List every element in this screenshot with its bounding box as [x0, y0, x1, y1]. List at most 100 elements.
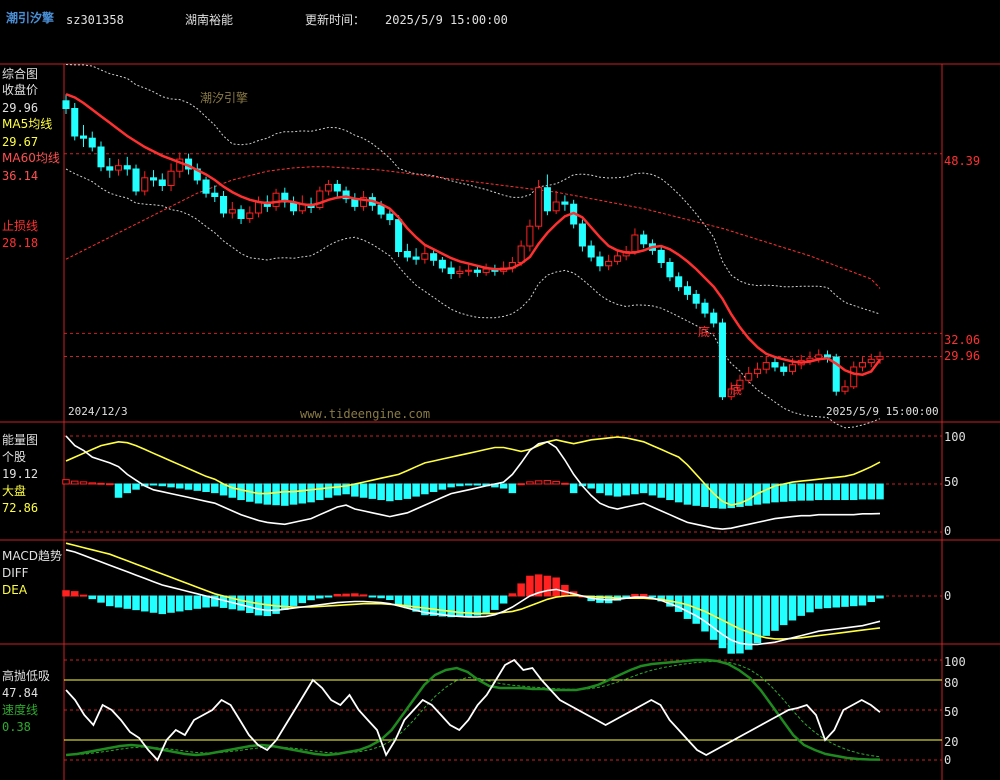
- macd-bar: [167, 595, 175, 613]
- energy-bar: [569, 483, 578, 494]
- macd-tick-0: 0: [944, 589, 951, 603]
- energy-bar: [552, 480, 560, 485]
- candle-body: [631, 234, 639, 252]
- candle-body: [640, 234, 648, 245]
- macd-bar: [849, 595, 858, 607]
- candle-body: [386, 213, 394, 221]
- energy-bar: [386, 483, 394, 502]
- candle-body: [421, 253, 429, 260]
- energy-bar: [841, 483, 849, 501]
- energy-bar: [631, 483, 639, 495]
- macd-bar: [762, 595, 770, 636]
- energy-bar: [622, 483, 630, 496]
- energy-bar: [316, 483, 324, 501]
- macd-bar: [132, 595, 140, 611]
- energy-bar: [683, 483, 692, 505]
- energy-bar: [158, 483, 167, 487]
- macd-bar: [806, 595, 814, 613]
- candle-body: [211, 192, 219, 197]
- candle-body: [675, 276, 683, 288]
- macd-bar: [254, 595, 263, 616]
- energy-bar: [464, 483, 473, 486]
- candle-body: [701, 302, 709, 314]
- macd-bar: [176, 595, 184, 612]
- macd-bar: [473, 595, 482, 616]
- macd-bar: [744, 595, 753, 650]
- energy-bar: [351, 483, 359, 497]
- hl-tick-0: 0: [944, 753, 951, 767]
- energy-bar: [692, 483, 700, 506]
- candle-body: [517, 245, 525, 263]
- bottom-marker-1: 底: [698, 324, 710, 339]
- energy-bar: [779, 483, 788, 502]
- macd-bar: [377, 595, 385, 599]
- chart-background: [0, 0, 1000, 780]
- candle-body: [780, 366, 788, 372]
- price-level-3: 29.96: [944, 349, 980, 363]
- candle-body: [473, 269, 481, 273]
- energy-bar: [106, 483, 114, 486]
- energy-bar: [867, 483, 875, 500]
- energy-bar: [211, 483, 219, 494]
- energy-bar: [762, 483, 770, 504]
- candle-body: [403, 251, 411, 258]
- energy-bar: [412, 483, 420, 497]
- energy-bar: [473, 483, 482, 486]
- energy-bar: [368, 483, 377, 499]
- energy-tick-50: 50: [944, 475, 958, 489]
- stock-code: sz301358: [66, 13, 124, 27]
- energy-bar: [307, 483, 315, 503]
- candle-body: [858, 362, 867, 368]
- macd-title: MACD趋势: [2, 549, 62, 563]
- candle-body: [815, 354, 823, 359]
- date-start: 2024/12/3: [68, 405, 128, 418]
- candle-body: [88, 137, 96, 148]
- energy-bar: [797, 483, 805, 501]
- candle-body: [762, 362, 770, 370]
- energy-bar: [132, 483, 140, 490]
- energy-bar: [123, 483, 132, 494]
- macd-bar: [701, 595, 709, 632]
- macd-bar: [543, 575, 552, 597]
- energy-bar: [88, 482, 97, 485]
- energy-bar: [806, 483, 814, 501]
- hl-value: 47.84: [2, 686, 38, 700]
- hl-speed-value: 0.38: [2, 720, 31, 734]
- energy-bar: [298, 483, 307, 504]
- energy-bar: [587, 483, 595, 489]
- macd-bar: [631, 593, 639, 597]
- macd-bar: [246, 595, 254, 613]
- macd-bar: [491, 595, 499, 610]
- macd-bar: [289, 595, 298, 606]
- macd-bar: [736, 595, 744, 654]
- candle-body: [272, 192, 280, 207]
- energy-tick-0: 0: [944, 524, 951, 538]
- logo: 潮引汐擎: [6, 10, 54, 25]
- macd-bar: [386, 595, 394, 601]
- candle-body: [62, 100, 70, 110]
- stop-value: 28.18: [2, 236, 38, 250]
- energy-bar: [421, 483, 429, 495]
- macd-bar: [97, 595, 105, 603]
- candle-body: [718, 322, 726, 398]
- macd-bar: [526, 575, 534, 597]
- candle-body: [438, 259, 446, 269]
- candle-body: [552, 201, 560, 212]
- energy-bar: [237, 483, 245, 501]
- energy-bar: [508, 483, 517, 494]
- energy-bar: [543, 480, 552, 485]
- macd-bar: [79, 594, 88, 597]
- energy-bar: [289, 483, 298, 505]
- energy-bar: [832, 483, 840, 501]
- macd-dea-label: DEA: [2, 583, 28, 597]
- hl-tick-80: 80: [944, 676, 958, 690]
- candle-body: [596, 256, 604, 267]
- candle-body: [158, 179, 166, 186]
- macd-bar: [858, 595, 867, 606]
- energy-bar: [849, 483, 858, 501]
- macd-bar: [814, 595, 823, 609]
- candle-body: [123, 165, 131, 170]
- candle-body: [79, 135, 88, 139]
- energy-bar: [429, 483, 438, 492]
- candle-body: [841, 386, 849, 392]
